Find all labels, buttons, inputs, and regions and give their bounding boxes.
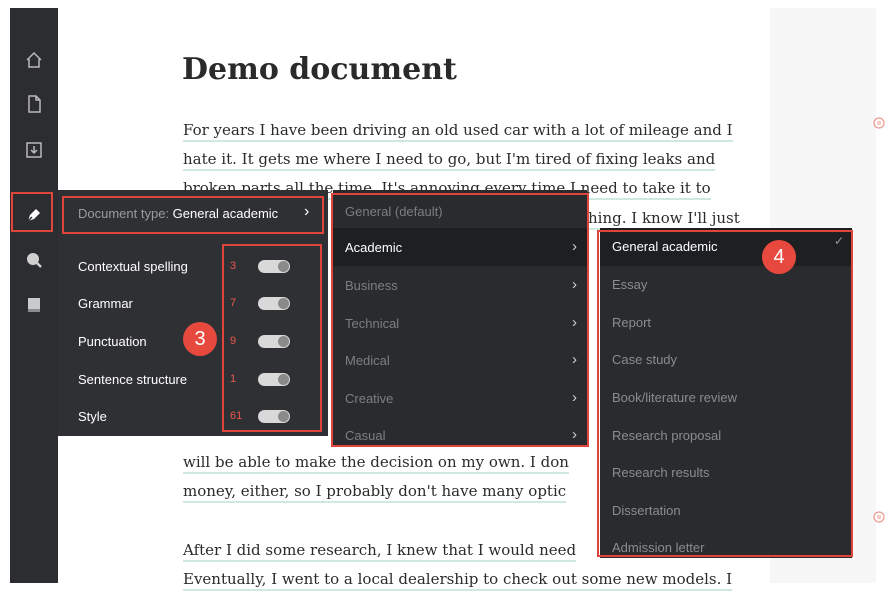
document-line[interactable]: After I did some research, I knew that I… xyxy=(183,540,577,562)
document-line[interactable]: hate it. It gets me where I need to go, … xyxy=(183,149,716,171)
book-icon[interactable] xyxy=(22,293,46,317)
search-icon[interactable] xyxy=(22,248,46,272)
document-line[interactable]: hing. I know I'll just xyxy=(588,208,740,230)
document-type-highlight xyxy=(62,196,324,234)
document-title: Demo document xyxy=(182,52,457,87)
home-icon[interactable] xyxy=(22,48,46,72)
pen-icon-highlight xyxy=(11,192,53,232)
document-line[interactable]: For years I have been driving an old use… xyxy=(183,120,733,142)
document-line[interactable]: money, either, so I probably don't have … xyxy=(183,481,567,503)
subtype-menu-highlight xyxy=(597,230,853,557)
row-label: Contextual spelling xyxy=(78,259,188,274)
new-document-icon[interactable] xyxy=(22,92,46,116)
annotation-badge: 4 xyxy=(762,240,796,274)
annotation-badge: 3 xyxy=(183,322,217,356)
row-label: Sentence structure xyxy=(78,372,188,387)
document-line[interactable]: will be able to make the decision on my … xyxy=(183,452,569,474)
document-line[interactable]: Eventually, I went to a local dealership… xyxy=(183,569,733,591)
suggestion-icon[interactable] xyxy=(872,116,886,130)
category-menu-highlight xyxy=(331,193,589,447)
suggestion-icon[interactable] xyxy=(872,510,886,524)
sidebar xyxy=(10,8,58,583)
counts-highlight xyxy=(222,244,322,432)
row-label: Punctuation xyxy=(78,334,147,349)
row-label: Style xyxy=(78,409,107,424)
row-label: Grammar xyxy=(78,296,133,311)
download-icon[interactable] xyxy=(22,138,46,162)
